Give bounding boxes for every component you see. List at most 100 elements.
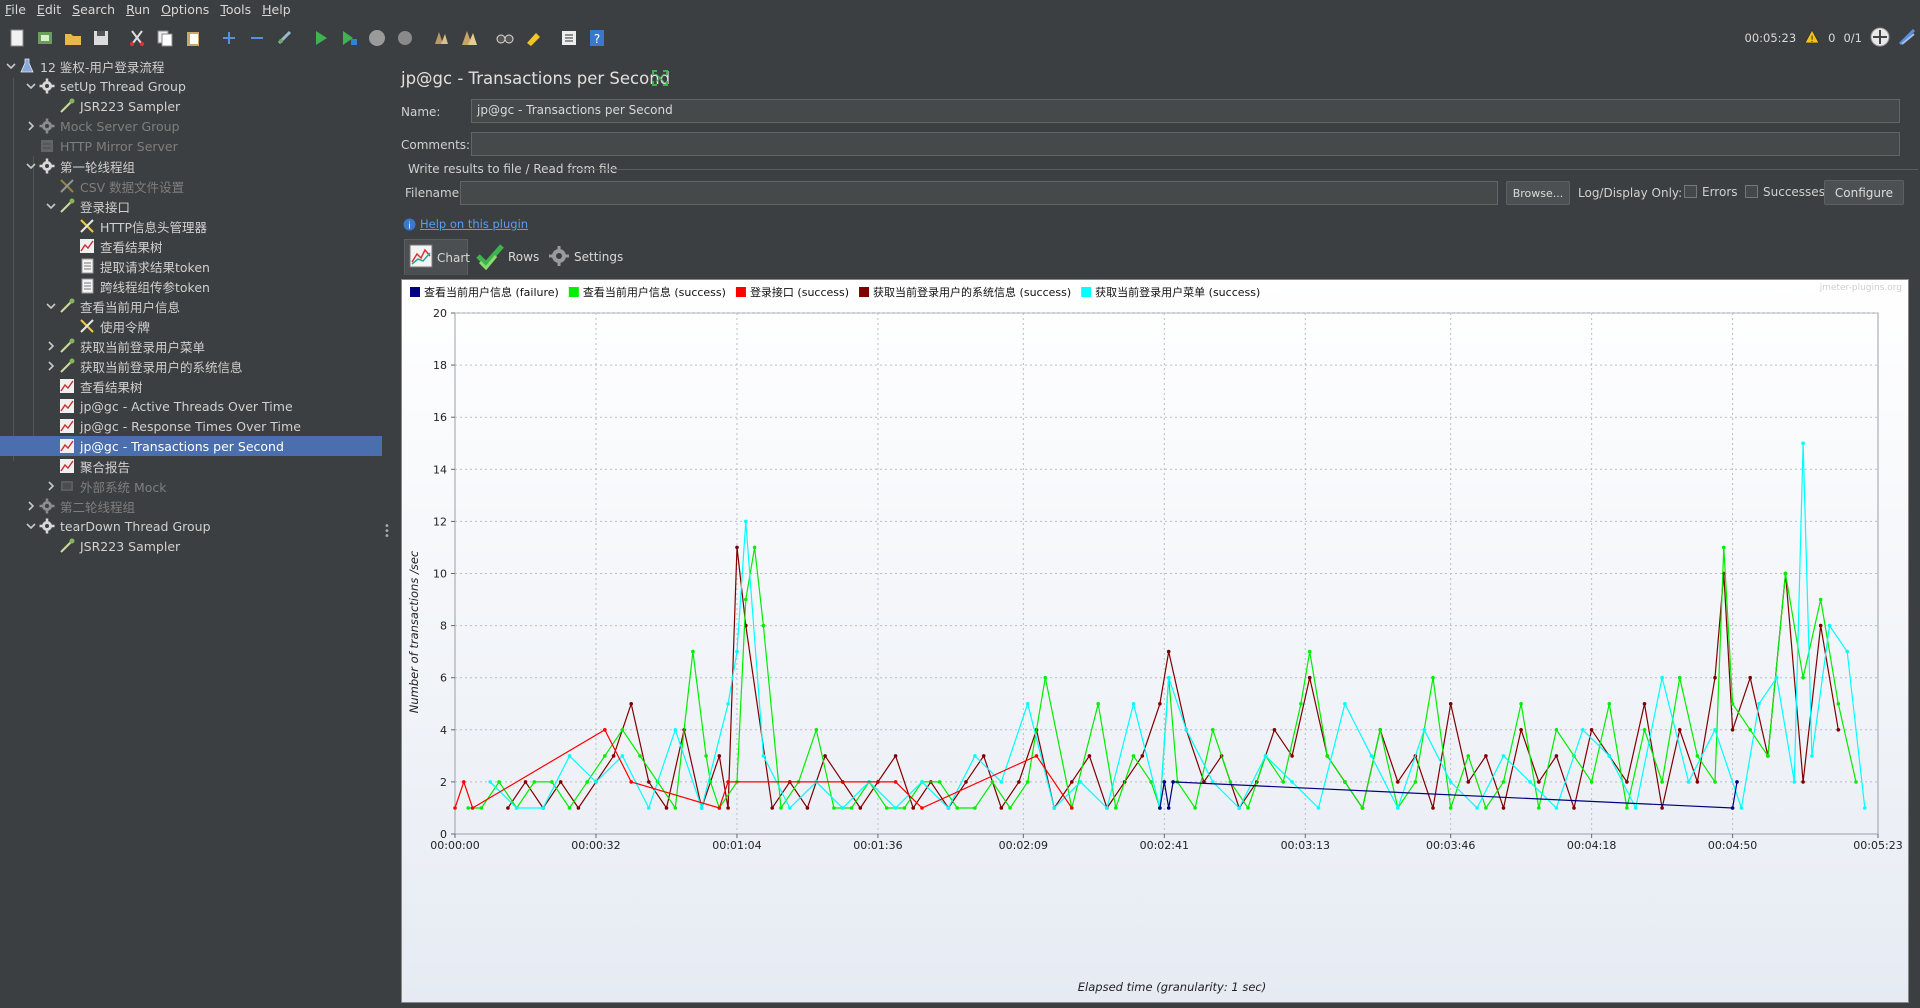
chevron-down-icon[interactable] <box>24 79 38 93</box>
menu-item[interactable]: Run <box>121 2 156 17</box>
comments-field[interactable] <box>471 132 1900 156</box>
tab-chart[interactable]: Chart <box>404 239 470 275</box>
save-icon[interactable] <box>90 27 112 49</box>
open-icon[interactable] <box>62 27 84 49</box>
chevron-down-icon[interactable] <box>24 159 38 173</box>
chevron-down-icon[interactable] <box>44 299 58 313</box>
tree-node[interactable]: 第二轮线程组 <box>0 496 382 516</box>
tree-node[interactable]: tearDown Thread Group <box>0 516 382 536</box>
tree-node[interactable]: 使用令牌 <box>0 316 382 336</box>
svg-text:i: i <box>408 222 411 232</box>
function-helper-icon[interactable] <box>558 27 580 49</box>
chevron-right-icon[interactable] <box>24 119 38 133</box>
tree-node[interactable]: 查看结果树 <box>0 236 382 256</box>
tree-node[interactable]: Mock Server Group <box>0 116 382 136</box>
tree-node[interactable]: jp@gc - Transactions per Second <box>0 436 382 456</box>
stop-icon[interactable] <box>366 27 388 49</box>
menu-item[interactable]: Search <box>67 2 121 17</box>
data-point <box>761 623 766 628</box>
browse-button[interactable]: Browse... <box>1506 181 1570 205</box>
comments-label: Comments: <box>401 138 471 152</box>
data-point <box>946 806 951 810</box>
name-field[interactable]: jp@gc - Transactions per Second <box>471 99 1900 123</box>
toggle-icon[interactable] <box>274 27 296 49</box>
tree-node[interactable]: 外部系统 Mock <box>0 476 382 496</box>
templates-icon[interactable] <box>34 27 56 49</box>
data-point <box>1660 675 1664 680</box>
menu-item[interactable]: Help <box>257 2 297 17</box>
help-icon[interactable]: ? <box>586 27 608 49</box>
chevron-right-icon[interactable] <box>24 499 38 513</box>
tree-node[interactable]: 12 鉴权-用户登录流程 <box>0 56 382 76</box>
new-test-plan-icon[interactable] <box>6 27 28 49</box>
tree-node[interactable]: 查看结果树 <box>0 376 382 396</box>
remote-engines-icon[interactable] <box>1870 27 1890 50</box>
tree-node[interactable]: 获取当前登录用户的系统信息 <box>0 356 382 376</box>
split-pane-divider[interactable]: • • • <box>382 56 392 1008</box>
menu-item[interactable]: Options <box>156 2 215 17</box>
filename-field[interactable] <box>460 181 1498 205</box>
copy-icon[interactable] <box>154 27 176 49</box>
errors-checkbox[interactable] <box>1684 185 1697 198</box>
tree-node[interactable]: 跨线程组传参token <box>0 276 382 296</box>
reset-search-icon[interactable] <box>522 27 544 49</box>
tree-node[interactable]: HTTP Mirror Server <box>0 136 382 156</box>
shutdown-icon[interactable] <box>394 27 416 49</box>
chevron-right-icon[interactable] <box>44 339 58 353</box>
x-tick-label: 00:00:00 <box>430 839 479 852</box>
data-point <box>1748 675 1752 680</box>
clear-icon[interactable] <box>430 27 452 49</box>
menu-item[interactable]: File <box>0 2 32 17</box>
data-point <box>1263 754 1268 758</box>
scissors-icon <box>78 217 96 235</box>
tree-node[interactable]: 获取当前登录用户菜单 <box>0 336 382 356</box>
tree-node[interactable]: 第一轮线程组 <box>0 156 382 176</box>
data-point <box>937 780 942 784</box>
chevron-down-icon[interactable] <box>44 199 58 213</box>
data-point <box>893 806 898 810</box>
help-link[interactable]: Help on this plugin <box>420 217 528 231</box>
tree-node[interactable]: 聚合报告 <box>0 456 382 476</box>
data-point <box>523 780 528 784</box>
tree-node[interactable]: setUp Thread Group <box>0 76 382 96</box>
tree-node[interactable]: JSR223 Sampler <box>0 96 382 116</box>
tab-rows[interactable]: Rows <box>476 239 546 275</box>
configure-button[interactable]: Configure <box>1824 180 1904 205</box>
log-viewer-icon[interactable] <box>1898 28 1916 49</box>
listener-icon <box>58 417 76 435</box>
clear-all-icon[interactable] <box>458 27 480 49</box>
data-point <box>1378 728 1382 732</box>
maximize-icon[interactable] <box>652 70 668 89</box>
chevron-down-icon[interactable] <box>24 519 38 533</box>
cut-icon[interactable] <box>126 27 148 49</box>
chevron-down-icon[interactable] <box>4 59 18 73</box>
tab-settings[interactable]: Settings <box>548 239 628 275</box>
tree-node[interactable]: jp@gc - Response Times Over Time <box>0 416 382 436</box>
x-tick-label: 00:00:32 <box>571 839 620 852</box>
tree-node[interactable]: CSV 数据文件设置 <box>0 176 382 196</box>
start-no-pauses-icon[interactable] <box>338 27 360 49</box>
menu-item[interactable]: Tools <box>215 2 257 17</box>
tree-node[interactable]: jp@gc - Active Threads Over Time <box>0 396 382 416</box>
chevron-right-icon[interactable] <box>44 359 58 373</box>
tree-node[interactable]: JSR223 Sampler <box>0 536 382 556</box>
tree-node[interactable]: 查看当前用户信息 <box>0 296 382 316</box>
tree-node[interactable]: 提取请求结果token <box>0 256 382 276</box>
start-icon[interactable] <box>310 27 332 49</box>
tree-node[interactable]: HTTP信息头管理器 <box>0 216 382 236</box>
paste-icon[interactable] <box>182 27 204 49</box>
search-icon[interactable] <box>494 27 516 49</box>
tree-node[interactable]: 登录接口 <box>0 196 382 216</box>
data-point <box>735 545 739 550</box>
menu-item[interactable]: Edit <box>32 2 67 17</box>
successes-checkbox[interactable] <box>1745 185 1758 198</box>
chevron-right-icon[interactable] <box>44 479 58 493</box>
collapse-all-icon[interactable] <box>246 27 268 49</box>
data-point <box>603 728 607 732</box>
data-point <box>1739 806 1744 810</box>
warning-icon[interactable]: ! <box>1804 29 1820 47</box>
data-point <box>1281 780 1285 784</box>
expand-all-icon[interactable] <box>218 27 240 49</box>
